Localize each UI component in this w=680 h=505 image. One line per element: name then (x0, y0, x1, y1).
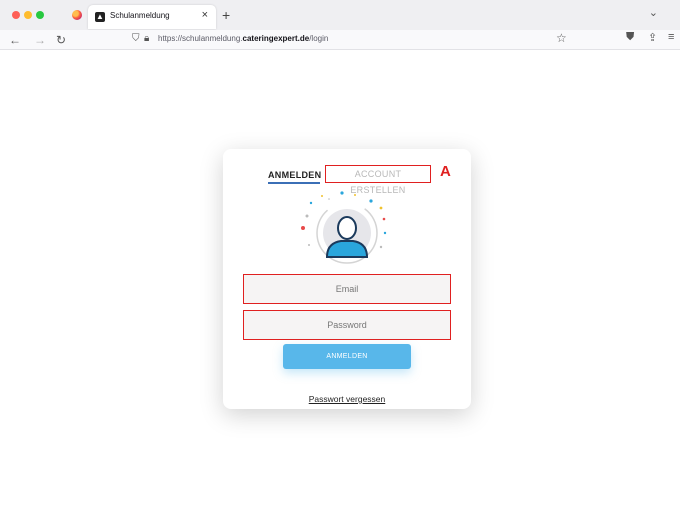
password-input[interactable] (243, 310, 451, 340)
forward-icon[interactable]: → (34, 32, 46, 48)
tab-create-account[interactable]: ACCOUNT ERSTELLEN (325, 165, 431, 195)
pocket-icon[interactable]: ⛊ (626, 31, 634, 44)
menu-icon[interactable]: ≡ (668, 31, 674, 43)
annotation-marker: A (440, 163, 451, 180)
site-favicon-icon: ▲ (95, 12, 105, 22)
tab-close-icon[interactable]: × (202, 9, 208, 21)
browser-tab[interactable]: ▲ Schulanmeldung × (88, 5, 216, 29)
address-bar[interactable]: ⛉ 🔒︎ https://schulanmeldung.cateringexpe… (120, 31, 576, 49)
back-icon[interactable]: ← (9, 32, 21, 48)
new-tab-button[interactable]: + (222, 7, 230, 23)
star-icon[interactable]: ☆ (556, 31, 567, 45)
reload-icon[interactable]: ↻ (56, 32, 66, 48)
maximize-window-button[interactable] (36, 11, 44, 19)
close-window-button[interactable] (12, 11, 20, 19)
firefox-icon[interactable] (72, 10, 82, 20)
active-tab-underline (268, 182, 320, 184)
url-text[interactable]: https://schulanmeldung.cateringexpert.de… (158, 34, 328, 43)
shield-icon[interactable]: ⛉ (132, 33, 140, 44)
lock-icon[interactable]: 🔒︎ (144, 33, 149, 44)
forgot-password-link[interactable]: Passwort vergessen (223, 394, 471, 404)
browser-nav-bar: ← → ↻ ⛉ 🔒︎ https://schulanmeldung.cateri… (0, 30, 680, 50)
tab-login[interactable]: ANMELDEN (268, 170, 321, 180)
email-input[interactable] (243, 274, 451, 304)
browser-tab-bar: ▲ Schulanmeldung × + ⌄ (0, 0, 680, 30)
chevron-down-icon[interactable]: ⌄ (649, 6, 658, 19)
share-icon[interactable]: ⇪ (648, 31, 657, 44)
tab-title: Schulanmeldung (110, 11, 170, 20)
login-card: ANMELDEN ACCOUNT ERSTELLEN A ANMELDEN Pa… (223, 149, 471, 409)
minimize-window-button[interactable] (24, 11, 32, 19)
login-submit-button[interactable]: ANMELDEN (283, 344, 411, 369)
user-avatar-icon (301, 191, 387, 264)
